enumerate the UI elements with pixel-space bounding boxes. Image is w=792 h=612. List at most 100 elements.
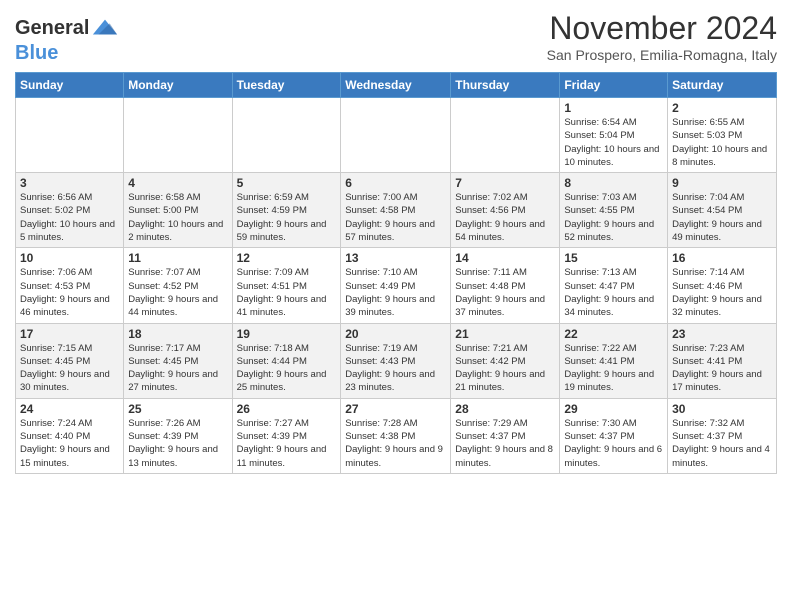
calendar-cell: 29Sunrise: 7:30 AM Sunset: 4:37 PM Dayli… bbox=[560, 398, 668, 473]
day-number: 4 bbox=[128, 176, 227, 190]
calendar-header-saturday: Saturday bbox=[668, 73, 777, 98]
day-number: 18 bbox=[128, 327, 227, 341]
month-title: November 2024 bbox=[547, 10, 777, 47]
day-info: Sunrise: 7:15 AM Sunset: 4:45 PM Dayligh… bbox=[20, 342, 119, 395]
calendar-header-monday: Monday bbox=[124, 73, 232, 98]
calendar-cell bbox=[124, 98, 232, 173]
location-subtitle: San Prospero, Emilia-Romagna, Italy bbox=[547, 47, 777, 63]
day-number: 6 bbox=[345, 176, 446, 190]
calendar-header-sunday: Sunday bbox=[16, 73, 124, 98]
day-info: Sunrise: 7:14 AM Sunset: 4:46 PM Dayligh… bbox=[672, 266, 772, 319]
day-info: Sunrise: 7:29 AM Sunset: 4:37 PM Dayligh… bbox=[455, 417, 555, 470]
day-number: 20 bbox=[345, 327, 446, 341]
calendar-cell bbox=[341, 98, 451, 173]
day-info: Sunrise: 6:58 AM Sunset: 5:00 PM Dayligh… bbox=[128, 191, 227, 244]
day-info: Sunrise: 7:02 AM Sunset: 4:56 PM Dayligh… bbox=[455, 191, 555, 244]
calendar-table: SundayMondayTuesdayWednesdayThursdayFrid… bbox=[15, 72, 777, 474]
calendar-cell: 15Sunrise: 7:13 AM Sunset: 4:47 PM Dayli… bbox=[560, 248, 668, 323]
day-info: Sunrise: 7:27 AM Sunset: 4:39 PM Dayligh… bbox=[237, 417, 337, 470]
day-number: 1 bbox=[564, 101, 663, 115]
day-number: 13 bbox=[345, 251, 446, 265]
day-number: 17 bbox=[20, 327, 119, 341]
calendar-header-wednesday: Wednesday bbox=[341, 73, 451, 98]
calendar-cell: 22Sunrise: 7:22 AM Sunset: 4:41 PM Dayli… bbox=[560, 323, 668, 398]
day-info: Sunrise: 7:23 AM Sunset: 4:41 PM Dayligh… bbox=[672, 342, 772, 395]
calendar-week-5: 24Sunrise: 7:24 AM Sunset: 4:40 PM Dayli… bbox=[16, 398, 777, 473]
day-number: 30 bbox=[672, 402, 772, 416]
calendar-cell bbox=[232, 98, 341, 173]
calendar-cell: 4Sunrise: 6:58 AM Sunset: 5:00 PM Daylig… bbox=[124, 173, 232, 248]
day-number: 14 bbox=[455, 251, 555, 265]
calendar-cell: 28Sunrise: 7:29 AM Sunset: 4:37 PM Dayli… bbox=[451, 398, 560, 473]
calendar-cell: 1Sunrise: 6:54 AM Sunset: 5:04 PM Daylig… bbox=[560, 98, 668, 173]
calendar-cell: 23Sunrise: 7:23 AM Sunset: 4:41 PM Dayli… bbox=[668, 323, 777, 398]
calendar-cell: 17Sunrise: 7:15 AM Sunset: 4:45 PM Dayli… bbox=[16, 323, 124, 398]
day-number: 26 bbox=[237, 402, 337, 416]
day-info: Sunrise: 7:06 AM Sunset: 4:53 PM Dayligh… bbox=[20, 266, 119, 319]
calendar-cell: 26Sunrise: 7:27 AM Sunset: 4:39 PM Dayli… bbox=[232, 398, 341, 473]
day-number: 28 bbox=[455, 402, 555, 416]
calendar-week-1: 1Sunrise: 6:54 AM Sunset: 5:04 PM Daylig… bbox=[16, 98, 777, 173]
calendar-cell: 16Sunrise: 7:14 AM Sunset: 4:46 PM Dayli… bbox=[668, 248, 777, 323]
title-area: November 2024 San Prospero, Emilia-Romag… bbox=[547, 10, 777, 63]
calendar-cell: 19Sunrise: 7:18 AM Sunset: 4:44 PM Dayli… bbox=[232, 323, 341, 398]
calendar-cell: 9Sunrise: 7:04 AM Sunset: 4:54 PM Daylig… bbox=[668, 173, 777, 248]
day-number: 7 bbox=[455, 176, 555, 190]
day-info: Sunrise: 7:04 AM Sunset: 4:54 PM Dayligh… bbox=[672, 191, 772, 244]
day-number: 12 bbox=[237, 251, 337, 265]
day-number: 11 bbox=[128, 251, 227, 265]
calendar-cell: 2Sunrise: 6:55 AM Sunset: 5:03 PM Daylig… bbox=[668, 98, 777, 173]
day-info: Sunrise: 7:03 AM Sunset: 4:55 PM Dayligh… bbox=[564, 191, 663, 244]
logo-text: General bbox=[15, 17, 89, 39]
day-number: 25 bbox=[128, 402, 227, 416]
day-number: 24 bbox=[20, 402, 119, 416]
day-info: Sunrise: 7:13 AM Sunset: 4:47 PM Dayligh… bbox=[564, 266, 663, 319]
calendar-cell: 3Sunrise: 6:56 AM Sunset: 5:02 PM Daylig… bbox=[16, 173, 124, 248]
calendar-cell: 25Sunrise: 7:26 AM Sunset: 4:39 PM Dayli… bbox=[124, 398, 232, 473]
day-info: Sunrise: 6:54 AM Sunset: 5:04 PM Dayligh… bbox=[564, 116, 663, 169]
day-info: Sunrise: 7:26 AM Sunset: 4:39 PM Dayligh… bbox=[128, 417, 227, 470]
calendar-cell: 20Sunrise: 7:19 AM Sunset: 4:43 PM Dayli… bbox=[341, 323, 451, 398]
logo-icon bbox=[91, 14, 119, 42]
day-number: 23 bbox=[672, 327, 772, 341]
calendar-week-4: 17Sunrise: 7:15 AM Sunset: 4:45 PM Dayli… bbox=[16, 323, 777, 398]
day-number: 3 bbox=[20, 176, 119, 190]
day-info: Sunrise: 6:59 AM Sunset: 4:59 PM Dayligh… bbox=[237, 191, 337, 244]
calendar-cell: 21Sunrise: 7:21 AM Sunset: 4:42 PM Dayli… bbox=[451, 323, 560, 398]
calendar-cell bbox=[16, 98, 124, 173]
day-number: 2 bbox=[672, 101, 772, 115]
day-number: 15 bbox=[564, 251, 663, 265]
day-info: Sunrise: 7:28 AM Sunset: 4:38 PM Dayligh… bbox=[345, 417, 446, 470]
calendar-week-3: 10Sunrise: 7:06 AM Sunset: 4:53 PM Dayli… bbox=[16, 248, 777, 323]
logo-blue-text: Blue bbox=[15, 42, 58, 64]
calendar-cell bbox=[451, 98, 560, 173]
calendar-cell: 18Sunrise: 7:17 AM Sunset: 4:45 PM Dayli… bbox=[124, 323, 232, 398]
day-number: 16 bbox=[672, 251, 772, 265]
day-info: Sunrise: 7:09 AM Sunset: 4:51 PM Dayligh… bbox=[237, 266, 337, 319]
day-number: 8 bbox=[564, 176, 663, 190]
calendar-cell: 24Sunrise: 7:24 AM Sunset: 4:40 PM Dayli… bbox=[16, 398, 124, 473]
calendar-cell: 11Sunrise: 7:07 AM Sunset: 4:52 PM Dayli… bbox=[124, 248, 232, 323]
day-info: Sunrise: 7:18 AM Sunset: 4:44 PM Dayligh… bbox=[237, 342, 337, 395]
calendar-cell: 30Sunrise: 7:32 AM Sunset: 4:37 PM Dayli… bbox=[668, 398, 777, 473]
calendar-cell: 8Sunrise: 7:03 AM Sunset: 4:55 PM Daylig… bbox=[560, 173, 668, 248]
calendar-header-row: SundayMondayTuesdayWednesdayThursdayFrid… bbox=[16, 73, 777, 98]
calendar-cell: 10Sunrise: 7:06 AM Sunset: 4:53 PM Dayli… bbox=[16, 248, 124, 323]
day-info: Sunrise: 7:10 AM Sunset: 4:49 PM Dayligh… bbox=[345, 266, 446, 319]
day-info: Sunrise: 7:32 AM Sunset: 4:37 PM Dayligh… bbox=[672, 417, 772, 470]
day-info: Sunrise: 7:07 AM Sunset: 4:52 PM Dayligh… bbox=[128, 266, 227, 319]
day-info: Sunrise: 6:56 AM Sunset: 5:02 PM Dayligh… bbox=[20, 191, 119, 244]
day-info: Sunrise: 7:17 AM Sunset: 4:45 PM Dayligh… bbox=[128, 342, 227, 395]
day-info: Sunrise: 7:21 AM Sunset: 4:42 PM Dayligh… bbox=[455, 342, 555, 395]
calendar-cell: 6Sunrise: 7:00 AM Sunset: 4:58 PM Daylig… bbox=[341, 173, 451, 248]
calendar-cell: 5Sunrise: 6:59 AM Sunset: 4:59 PM Daylig… bbox=[232, 173, 341, 248]
day-info: Sunrise: 7:22 AM Sunset: 4:41 PM Dayligh… bbox=[564, 342, 663, 395]
day-number: 21 bbox=[455, 327, 555, 341]
day-info: Sunrise: 6:55 AM Sunset: 5:03 PM Dayligh… bbox=[672, 116, 772, 169]
day-number: 10 bbox=[20, 251, 119, 265]
day-number: 5 bbox=[237, 176, 337, 190]
day-number: 29 bbox=[564, 402, 663, 416]
day-number: 27 bbox=[345, 402, 446, 416]
day-number: 9 bbox=[672, 176, 772, 190]
day-info: Sunrise: 7:30 AM Sunset: 4:37 PM Dayligh… bbox=[564, 417, 663, 470]
